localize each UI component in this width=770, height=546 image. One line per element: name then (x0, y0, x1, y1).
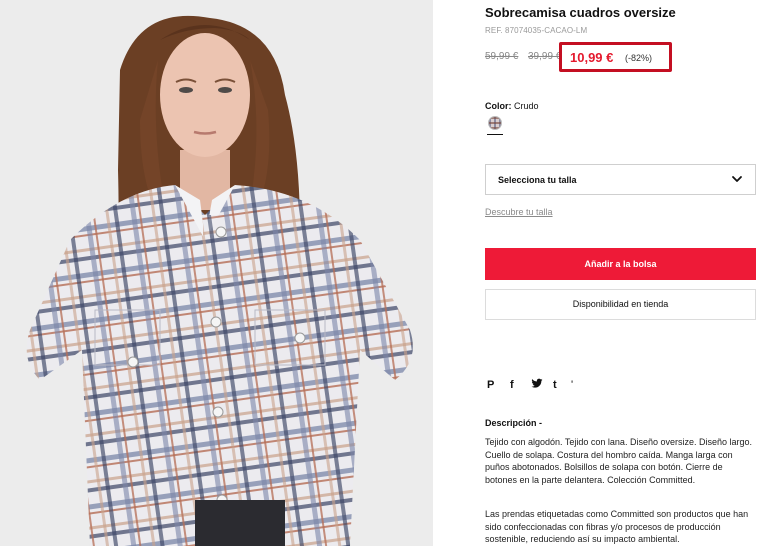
color-label: Color: Crudo (485, 101, 539, 111)
current-price-highlight: 10,99 € (-82%) (559, 42, 672, 72)
swatch-selected-indicator (487, 134, 503, 135)
price-block: 59,99 € 39,99 € 10,99 € (-82%) (485, 42, 685, 72)
color-value: Crudo (514, 101, 539, 111)
more-share-icon[interactable]: ' (571, 378, 573, 392)
twitter-icon[interactable] (531, 378, 543, 396)
store-availability-button[interactable]: Disponibilidad en tienda (485, 289, 756, 320)
product-image[interactable] (0, 0, 433, 546)
color-swatch-crudo[interactable] (488, 116, 502, 130)
share-links: P f t ' (485, 378, 585, 392)
tumblr-icon[interactable]: t (553, 378, 557, 392)
add-to-bag-button[interactable]: Añadir a la bolsa (485, 248, 756, 280)
current-price: 10,99 € (570, 50, 614, 65)
description-text: Tejido con algodón. Tejido con lana. Dis… (485, 437, 752, 485)
size-guide-link[interactable]: Descubre tu talla (485, 207, 553, 217)
product-info-panel: Sobrecamisa cuadros oversize REF. 870740… (485, 0, 770, 546)
discount-badge: (-82%) (625, 53, 653, 63)
pinterest-icon[interactable]: P (487, 378, 494, 392)
previous-price: 39,99 € (528, 51, 562, 62)
product-reference: REF. 87074035-CACAO-LM (485, 26, 588, 35)
product-title: Sobrecamisa cuadros oversize (485, 5, 676, 20)
description-title[interactable]: Descripción - (485, 418, 542, 428)
facebook-icon[interactable]: f (510, 378, 514, 392)
chevron-down-icon (732, 176, 742, 182)
size-selector-label: Selecciona tu talla (498, 175, 577, 185)
size-selector[interactable]: Selecciona tu talla (485, 164, 756, 195)
original-price: 59,99 € (485, 51, 519, 62)
committed-text: Las prendas etiquetadas como Committed s… (485, 509, 749, 544)
color-label-title: Color: (485, 101, 512, 111)
